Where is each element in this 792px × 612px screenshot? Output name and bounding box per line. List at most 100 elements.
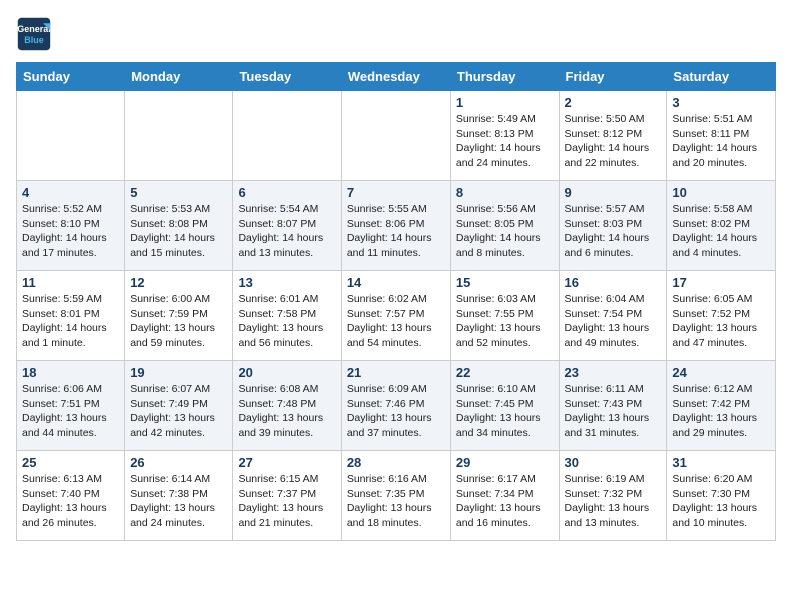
day-number: 18 bbox=[22, 365, 119, 380]
day-info: Sunrise: 6:00 AMSunset: 7:59 PMDaylight:… bbox=[130, 292, 227, 351]
calendar-cell: 19 Sunrise: 6:07 AMSunset: 7:49 PMDayligh… bbox=[125, 361, 233, 451]
day-number: 11 bbox=[22, 275, 119, 290]
calendar-cell: 23Sunrise: 6:11 AMSunset: 7:43 PMDayligh… bbox=[559, 361, 667, 451]
calendar-cell bbox=[17, 91, 125, 181]
calendar-cell: 30Sunrise: 6:19 AMSunset: 7:32 PMDayligh… bbox=[559, 451, 667, 541]
day-number: 25 bbox=[22, 455, 119, 470]
day-info: Sunrise: 6:10 AMSunset: 7:45 PMDaylight:… bbox=[456, 382, 554, 441]
day-info: Sunrise: 5:52 AMSunset: 8:10 PMDaylight:… bbox=[22, 202, 119, 261]
day-info: Sunrise: 6:16 AMSunset: 7:35 PMDaylight:… bbox=[347, 472, 445, 531]
day-info: Sunrise: 6:17 AMSunset: 7:34 PMDaylight:… bbox=[456, 472, 554, 531]
calendar-cell: 21Sunrise: 6:09 AMSunset: 7:46 PMDayligh… bbox=[341, 361, 450, 451]
day-number: 19 bbox=[130, 365, 227, 380]
day-number: 13 bbox=[238, 275, 335, 290]
calendar-body: 1 Sunrise: 5:49 AMSunset: 8:13 PMDaylight… bbox=[17, 91, 776, 541]
calendar-cell bbox=[233, 91, 341, 181]
calendar-cell: 6 Sunrise: 5:54 AMSunset: 8:07 PMDaylight… bbox=[233, 181, 341, 271]
calendar-cell: 9 Sunrise: 5:57 AMSunset: 8:03 PMDaylight… bbox=[559, 181, 667, 271]
calendar-cell: 8 Sunrise: 5:56 AMSunset: 8:05 PMDaylight… bbox=[450, 181, 559, 271]
calendar-week-row: 18Sunrise: 6:06 AMSunset: 7:51 PMDayligh… bbox=[17, 361, 776, 451]
day-info: Sunrise: 6:02 AMSunset: 7:57 PMDaylight:… bbox=[347, 292, 445, 351]
day-number: 14 bbox=[347, 275, 445, 290]
day-number: 6 bbox=[238, 185, 335, 200]
day-number: 20 bbox=[238, 365, 335, 380]
day-number: 4 bbox=[22, 185, 119, 200]
day-info: Sunrise: 6:15 AMSunset: 7:37 PMDaylight:… bbox=[238, 472, 335, 531]
day-info: Sunrise: 5:53 AMSunset: 8:08 PMDaylight:… bbox=[130, 202, 227, 261]
day-number: 28 bbox=[347, 455, 445, 470]
calendar-cell: 22 Sunrise: 6:10 AMSunset: 7:45 PMDayligh… bbox=[450, 361, 559, 451]
day-info: Sunrise: 5:57 AMSunset: 8:03 PMDaylight:… bbox=[565, 202, 662, 261]
calendar-cell: 16 Sunrise: 6:04 AMSunset: 7:54 PMDayligh… bbox=[559, 271, 667, 361]
day-info: Sunrise: 6:12 AMSunset: 7:42 PMDaylight:… bbox=[672, 382, 770, 441]
calendar-cell: 24 Sunrise: 6:12 AMSunset: 7:42 PMDayligh… bbox=[667, 361, 776, 451]
day-info: Sunrise: 5:49 AMSunset: 8:13 PMDaylight:… bbox=[456, 112, 554, 171]
day-number: 8 bbox=[456, 185, 554, 200]
calendar-cell: 12 Sunrise: 6:00 AMSunset: 7:59 PMDayligh… bbox=[125, 271, 233, 361]
calendar-cell: 2 Sunrise: 5:50 AMSunset: 8:12 PMDaylight… bbox=[559, 91, 667, 181]
calendar-cell: 5 Sunrise: 5:53 AMSunset: 8:08 PMDaylight… bbox=[125, 181, 233, 271]
calendar-cell: 18Sunrise: 6:06 AMSunset: 7:51 PMDayligh… bbox=[17, 361, 125, 451]
calendar-cell: 26 Sunrise: 6:14 AMSunset: 7:38 PMDayligh… bbox=[125, 451, 233, 541]
day-info: Sunrise: 5:55 AMSunset: 8:06 PMDaylight:… bbox=[347, 202, 445, 261]
day-number: 5 bbox=[130, 185, 227, 200]
calendar-cell: 1 Sunrise: 5:49 AMSunset: 8:13 PMDaylight… bbox=[450, 91, 559, 181]
day-info: Sunrise: 6:05 AMSunset: 7:52 PMDaylight:… bbox=[672, 292, 770, 351]
day-number: 27 bbox=[238, 455, 335, 470]
day-info: Sunrise: 5:56 AMSunset: 8:05 PMDaylight:… bbox=[456, 202, 554, 261]
logo: General Blue bbox=[16, 16, 52, 52]
page-header: General Blue bbox=[16, 16, 776, 52]
day-number: 16 bbox=[565, 275, 662, 290]
day-info: Sunrise: 6:14 AMSunset: 7:38 PMDaylight:… bbox=[130, 472, 227, 531]
day-number: 17 bbox=[672, 275, 770, 290]
day-info: Sunrise: 6:13 AMSunset: 7:40 PMDaylight:… bbox=[22, 472, 119, 531]
weekday-header-cell: Saturday bbox=[667, 63, 776, 91]
day-number: 9 bbox=[565, 185, 662, 200]
weekday-header-cell: Monday bbox=[125, 63, 233, 91]
day-info: Sunrise: 6:11 AMSunset: 7:43 PMDaylight:… bbox=[565, 382, 662, 441]
calendar-cell: 31Sunrise: 6:20 AMSunset: 7:30 PMDayligh… bbox=[667, 451, 776, 541]
weekday-header-row: SundayMondayTuesdayWednesdayThursdayFrid… bbox=[17, 63, 776, 91]
calendar-cell: 29Sunrise: 6:17 AMSunset: 7:34 PMDayligh… bbox=[450, 451, 559, 541]
calendar-cell: 3Sunrise: 5:51 AMSunset: 8:11 PMDaylight… bbox=[667, 91, 776, 181]
day-info: Sunrise: 6:07 AMSunset: 7:49 PMDaylight:… bbox=[130, 382, 227, 441]
day-info: Sunrise: 6:04 AMSunset: 7:54 PMDaylight:… bbox=[565, 292, 662, 351]
calendar-week-row: 1 Sunrise: 5:49 AMSunset: 8:13 PMDaylight… bbox=[17, 91, 776, 181]
weekday-header-cell: Friday bbox=[559, 63, 667, 91]
day-info: Sunrise: 6:03 AMSunset: 7:55 PMDaylight:… bbox=[456, 292, 554, 351]
day-info: Sunrise: 5:50 AMSunset: 8:12 PMDaylight:… bbox=[565, 112, 662, 171]
day-info: Sunrise: 6:19 AMSunset: 7:32 PMDaylight:… bbox=[565, 472, 662, 531]
calendar-cell: 4 Sunrise: 5:52 AMSunset: 8:10 PMDaylight… bbox=[17, 181, 125, 271]
day-number: 22 bbox=[456, 365, 554, 380]
day-info: Sunrise: 6:08 AMSunset: 7:48 PMDaylight:… bbox=[238, 382, 335, 441]
calendar-cell: 7 Sunrise: 5:55 AMSunset: 8:06 PMDaylight… bbox=[341, 181, 450, 271]
day-number: 7 bbox=[347, 185, 445, 200]
day-info: Sunrise: 6:09 AMSunset: 7:46 PMDaylight:… bbox=[347, 382, 445, 441]
calendar-week-row: 11 Sunrise: 5:59 AMSunset: 8:01 PMDayligh… bbox=[17, 271, 776, 361]
calendar-cell bbox=[341, 91, 450, 181]
calendar-table: SundayMondayTuesdayWednesdayThursdayFrid… bbox=[16, 62, 776, 541]
day-info: Sunrise: 5:59 AMSunset: 8:01 PMDaylight:… bbox=[22, 292, 119, 351]
calendar-week-row: 4 Sunrise: 5:52 AMSunset: 8:10 PMDaylight… bbox=[17, 181, 776, 271]
calendar-cell: 25 Sunrise: 6:13 AMSunset: 7:40 PMDayligh… bbox=[17, 451, 125, 541]
day-number: 2 bbox=[565, 95, 662, 110]
calendar-cell: 10Sunrise: 5:58 AMSunset: 8:02 PMDayligh… bbox=[667, 181, 776, 271]
day-number: 15 bbox=[456, 275, 554, 290]
day-number: 31 bbox=[672, 455, 770, 470]
weekday-header-cell: Wednesday bbox=[341, 63, 450, 91]
calendar-week-row: 25 Sunrise: 6:13 AMSunset: 7:40 PMDayligh… bbox=[17, 451, 776, 541]
day-number: 10 bbox=[672, 185, 770, 200]
day-number: 24 bbox=[672, 365, 770, 380]
logo-icon: General Blue bbox=[16, 16, 52, 52]
calendar-cell: 20 Sunrise: 6:08 AMSunset: 7:48 PMDayligh… bbox=[233, 361, 341, 451]
weekday-header-cell: Sunday bbox=[17, 63, 125, 91]
day-number: 12 bbox=[130, 275, 227, 290]
day-number: 1 bbox=[456, 95, 554, 110]
day-info: Sunrise: 5:54 AMSunset: 8:07 PMDaylight:… bbox=[238, 202, 335, 261]
calendar-cell: 15 Sunrise: 6:03 AMSunset: 7:55 PMDayligh… bbox=[450, 271, 559, 361]
day-number: 3 bbox=[672, 95, 770, 110]
weekday-header-cell: Thursday bbox=[450, 63, 559, 91]
calendar-cell: 14 Sunrise: 6:02 AMSunset: 7:57 PMDayligh… bbox=[341, 271, 450, 361]
day-number: 26 bbox=[130, 455, 227, 470]
calendar-cell: 11 Sunrise: 5:59 AMSunset: 8:01 PMDayligh… bbox=[17, 271, 125, 361]
